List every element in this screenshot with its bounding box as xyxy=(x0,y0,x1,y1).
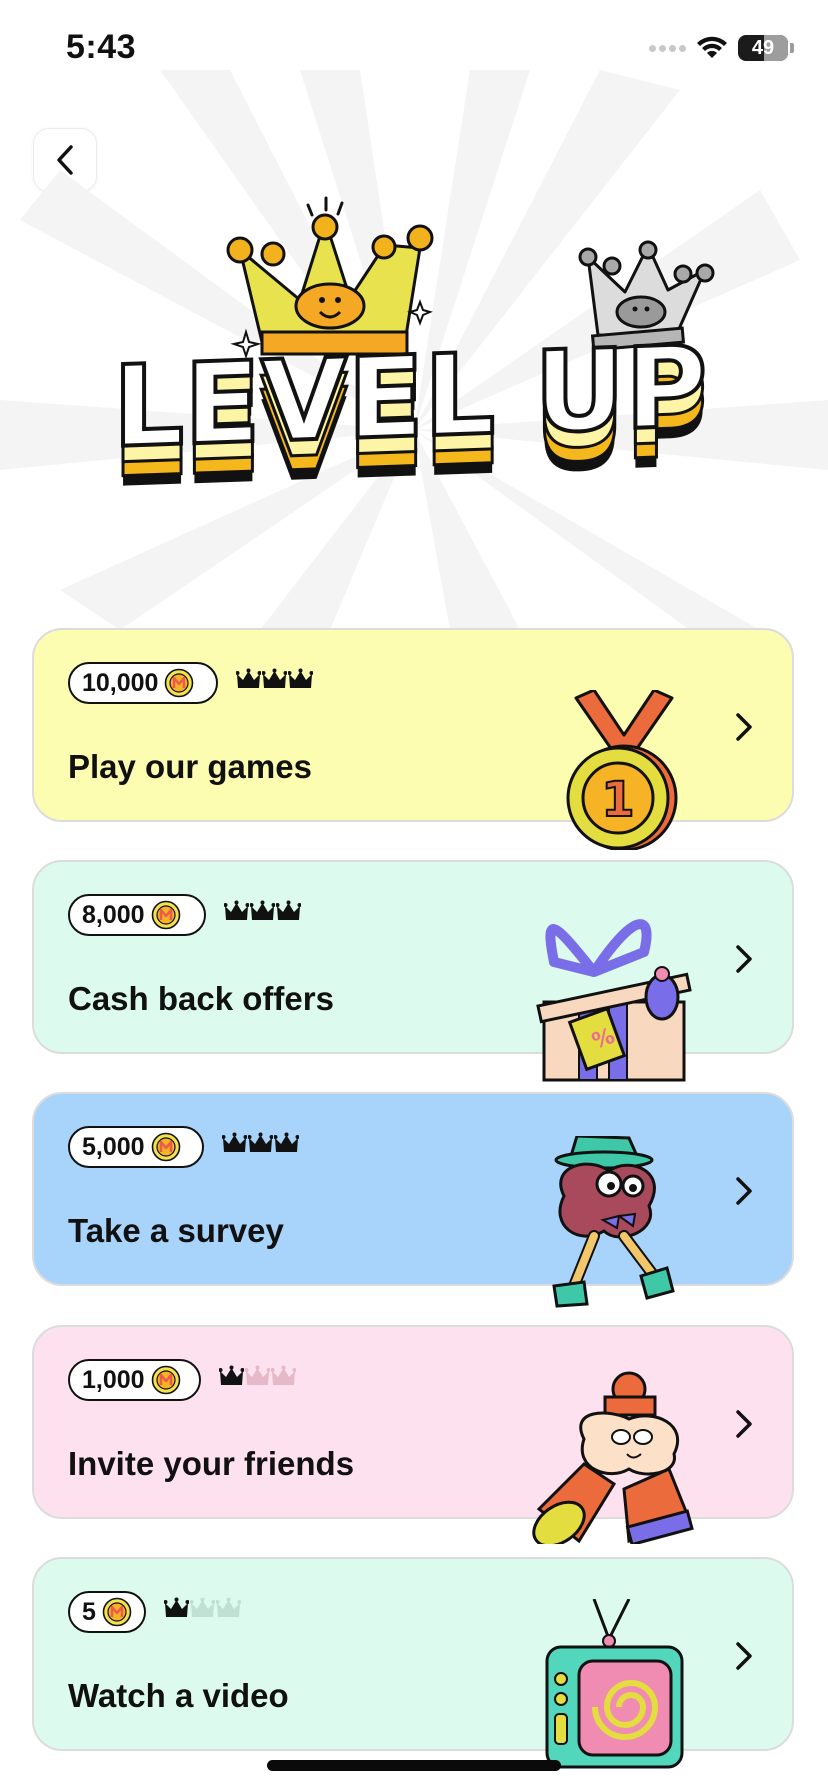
gift-box-icon: % xyxy=(534,902,704,1087)
reward-pill: 10,000 xyxy=(68,662,218,704)
crown-filled-icon xyxy=(222,1132,247,1152)
chevron-right-icon xyxy=(736,1177,752,1205)
offer-title: Play our games xyxy=(68,748,312,785)
chevron-right-icon xyxy=(736,713,752,741)
coin-icon xyxy=(151,900,180,930)
offer-card[interactable]: 8,000 Cash back offers % xyxy=(32,860,794,1082)
reward-pill: 5,000 xyxy=(68,1126,204,1168)
offer-card[interactable]: 5 Watch a video xyxy=(32,1557,794,1769)
medal-icon: 1 xyxy=(554,688,694,855)
survey-character-icon xyxy=(549,1134,679,1316)
svg-text:LEVEL UP: LEVEL UP xyxy=(113,322,707,473)
reward-pill: 1,000 xyxy=(68,1359,201,1401)
battery-level: 49 xyxy=(751,36,775,59)
coin-icon xyxy=(151,1132,180,1162)
offer-card[interactable]: 10,000 Play our games 1 xyxy=(32,628,794,852)
offer-title: Cash back offers xyxy=(68,980,334,1017)
reward-amount: 8,000 xyxy=(82,900,145,929)
status-indicators: 49 xyxy=(649,34,794,62)
crown-filled-icon xyxy=(288,668,313,688)
reward-amount: 1,000 xyxy=(82,1365,145,1394)
wifi-icon xyxy=(697,36,727,58)
reward-amount: 5 xyxy=(82,1597,96,1626)
hero-banner: LEVEL UP LEVEL UP LEVEL UP LEVEL UP xyxy=(0,70,828,630)
crown-filled-icon xyxy=(236,668,261,688)
offer-card[interactable]: 1,000 Invite your friends xyxy=(32,1325,794,1548)
crown-empty-icon xyxy=(216,1597,241,1617)
crown-filled-icon xyxy=(262,668,287,688)
tv-icon xyxy=(539,1598,689,1779)
reward-pill: 5 xyxy=(68,1591,146,1633)
crown-filled-icon xyxy=(276,900,301,920)
reward-amount: 10,000 xyxy=(82,668,159,697)
offer-title: Take a survey xyxy=(68,1212,284,1249)
crown-filled-icon xyxy=(164,1597,189,1617)
coin-icon xyxy=(151,1365,180,1395)
home-indicator xyxy=(267,1760,561,1771)
cellular-signal-icon xyxy=(649,44,686,52)
crown-rating xyxy=(164,1597,241,1621)
friends-character-icon xyxy=(529,1369,704,1549)
svg-text:1: 1 xyxy=(601,772,634,828)
level-up-logo: LEVEL UP LEVEL UP LEVEL UP LEVEL UP xyxy=(111,320,709,513)
crown-filled-icon xyxy=(219,1365,244,1385)
crown-filled-icon xyxy=(224,900,249,920)
chevron-right-icon xyxy=(736,945,752,973)
reward-pill: 8,000 xyxy=(68,894,206,936)
crown-filled-icon xyxy=(250,900,275,920)
offer-card[interactable]: 5,000 Take a survey xyxy=(32,1092,794,1308)
crown-rating xyxy=(222,1132,299,1156)
crown-filled-icon xyxy=(248,1132,273,1152)
crown-filled-icon xyxy=(274,1132,299,1152)
reward-amount: 5,000 xyxy=(82,1132,145,1161)
chevron-right-icon xyxy=(736,1642,752,1670)
coin-icon xyxy=(165,668,194,698)
crown-rating xyxy=(236,668,313,692)
battery-icon: 49 xyxy=(738,35,788,61)
chevron-right-icon xyxy=(736,1410,752,1438)
crown-empty-icon xyxy=(245,1365,270,1385)
crown-rating xyxy=(219,1365,296,1389)
crown-rating xyxy=(224,900,301,924)
coin-icon xyxy=(102,1597,132,1627)
crown-empty-icon xyxy=(271,1365,296,1385)
crown-empty-icon xyxy=(190,1597,215,1617)
offer-title: Watch a video xyxy=(68,1677,289,1714)
status-time: 5:43 xyxy=(66,28,137,66)
offer-title: Invite your friends xyxy=(68,1445,355,1482)
